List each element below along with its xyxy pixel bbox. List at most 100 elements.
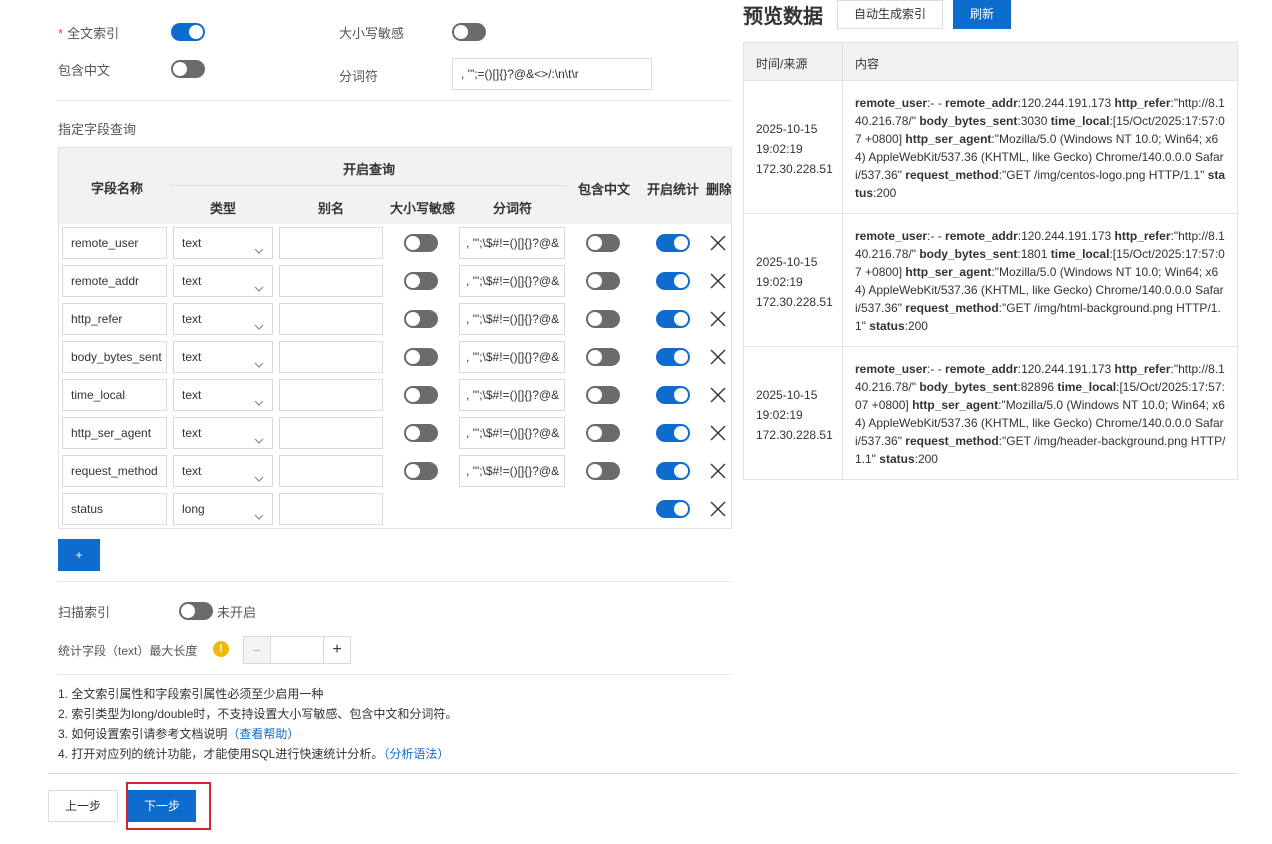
field-name-input[interactable]: status xyxy=(62,493,167,525)
field-case-toggle[interactable] xyxy=(404,348,438,366)
fulltext-toggle[interactable] xyxy=(171,23,205,41)
field-name-input[interactable]: remote_user xyxy=(62,227,167,259)
preview-field-value: :82896 xyxy=(1017,380,1058,394)
field-alias-input[interactable] xyxy=(279,303,383,335)
field-delimiter-input[interactable]: , '";\$#!=()[]{}?@& xyxy=(459,227,565,259)
note-4-text: 4. 打开对应列的统计功能，才能使用SQL进行快速统计分析。 xyxy=(58,747,384,761)
field-table: 字段名称 开启查询 类型 别名 大小写敏感 分词符 包含中文 开启统计 删除 r… xyxy=(58,147,732,529)
syntax-link[interactable]: （分析语法） xyxy=(383,747,449,761)
delete-icon[interactable] xyxy=(709,310,727,328)
refresh-button[interactable]: 刷新 xyxy=(953,0,1011,29)
field-alias-input[interactable] xyxy=(279,227,383,259)
prev-step-button[interactable]: 上一步 xyxy=(48,790,118,822)
stepper-plus-button[interactable]: + xyxy=(323,637,350,663)
scan-index-toggle[interactable] xyxy=(179,602,213,620)
field-type-select[interactable]: text xyxy=(173,265,273,297)
field-name-input[interactable]: http_refer xyxy=(62,303,167,335)
field-alias-input[interactable] xyxy=(279,493,383,525)
field-chinese-toggle[interactable] xyxy=(586,348,620,366)
field-case-toggle[interactable] xyxy=(404,386,438,404)
preview-field-key: status xyxy=(879,452,915,466)
delete-icon[interactable] xyxy=(709,234,727,252)
case-sensitive-toggle[interactable] xyxy=(452,23,486,41)
delete-icon[interactable] xyxy=(709,348,727,366)
col-alias-header: 别名 xyxy=(318,201,345,216)
field-case-toggle[interactable] xyxy=(404,272,438,290)
preview-field-key: remote_addr xyxy=(945,96,1018,110)
field-name-input[interactable]: time_local xyxy=(62,379,167,411)
delimiter-label: 分词符 xyxy=(339,69,379,84)
stepper-minus-button[interactable]: − xyxy=(244,637,271,663)
delimiter-input[interactable]: , '";=()[]{}?@&<>/:\n\t\r xyxy=(452,58,652,90)
field-alias-input[interactable] xyxy=(279,341,383,373)
field-name-input[interactable]: http_ser_agent xyxy=(62,417,167,449)
field-delimiter-input[interactable]: , '";\$#!=()[]{}?@& xyxy=(459,303,565,335)
field-row: remote_user text , '";\$#!=()[]{}?@& xyxy=(59,224,731,262)
field-alias-input[interactable] xyxy=(279,455,383,487)
field-name-input[interactable]: remote_addr xyxy=(62,265,167,297)
field-case-toggle[interactable] xyxy=(404,234,438,252)
field-chinese-toggle[interactable] xyxy=(586,386,620,404)
preview-field-key: body_bytes_sent xyxy=(919,114,1018,128)
field-type-select[interactable]: text xyxy=(173,379,273,411)
notes: 1. 全文索引属性和字段索引属性必须至少启用一种 2. 索引类型为long/do… xyxy=(58,684,457,764)
field-type-select[interactable]: text xyxy=(173,417,273,449)
field-case-toggle[interactable] xyxy=(404,310,438,328)
stats-length-stepper: − + xyxy=(243,636,351,664)
field-alias-input[interactable] xyxy=(279,379,383,411)
help-link[interactable]: （查看帮助） xyxy=(227,727,299,741)
stats-length-input[interactable] xyxy=(271,637,324,663)
field-type-select[interactable]: text xyxy=(173,341,273,373)
delete-icon[interactable] xyxy=(709,462,727,480)
field-type-select[interactable]: text xyxy=(173,227,273,259)
preview-field-key: status xyxy=(869,319,905,333)
field-delimiter-input[interactable]: , '";\$#!=()[]{}?@& xyxy=(459,379,565,411)
delete-icon[interactable] xyxy=(709,386,727,404)
auto-generate-index-button[interactable]: 自动生成索引 xyxy=(837,0,943,29)
header-divider xyxy=(171,185,567,186)
delete-icon[interactable] xyxy=(709,500,727,518)
chevron-down-icon xyxy=(254,313,264,330)
chinese-toggle[interactable] xyxy=(171,60,205,78)
add-field-button[interactable]: + xyxy=(58,539,100,571)
field-type-select[interactable]: text xyxy=(173,303,273,335)
field-alias-input[interactable] xyxy=(279,265,383,297)
field-type-select[interactable]: text xyxy=(173,455,273,487)
field-stats-toggle[interactable] xyxy=(656,424,690,442)
field-stats-toggle[interactable] xyxy=(656,348,690,366)
chevron-down-icon xyxy=(254,275,264,292)
delete-icon[interactable] xyxy=(709,272,727,290)
field-chinese-toggle[interactable] xyxy=(586,462,620,480)
field-chinese-toggle[interactable] xyxy=(586,272,620,290)
preview-table: 时间/来源 内容 2025-10-15 19:02:19 172.30.228.51… xyxy=(743,42,1238,480)
field-delimiter-input[interactable]: , '";\$#!=()[]{}?@& xyxy=(459,455,565,487)
preview-field-value: :120.244.191.173 xyxy=(1017,96,1115,110)
field-chinese-toggle[interactable] xyxy=(586,424,620,442)
next-step-button[interactable]: 下一步 xyxy=(128,790,196,822)
field-delimiter-input[interactable]: , '";\$#!=()[]{}?@& xyxy=(459,265,565,297)
field-stats-toggle[interactable] xyxy=(656,272,690,290)
field-case-toggle[interactable] xyxy=(404,462,438,480)
col-chinese-header: 包含中文 xyxy=(578,182,631,197)
field-delimiter-input[interactable]: , '";\$#!=()[]{}?@& xyxy=(459,341,565,373)
fulltext-label-text: 全文索引 xyxy=(67,26,120,41)
field-stats-toggle[interactable] xyxy=(656,500,690,518)
field-case-toggle[interactable] xyxy=(404,424,438,442)
chevron-down-icon xyxy=(254,351,264,368)
field-name-input[interactable]: request_method xyxy=(62,455,167,487)
field-name-input[interactable]: body_bytes_sent xyxy=(62,341,167,373)
field-stats-toggle[interactable] xyxy=(656,234,690,252)
field-chinese-toggle[interactable] xyxy=(586,234,620,252)
field-stats-toggle[interactable] xyxy=(656,462,690,480)
preview-field-key: http_ser_agent xyxy=(905,132,992,146)
preview-clock: 19:02:19 xyxy=(756,275,803,289)
delete-icon[interactable] xyxy=(709,424,727,442)
preview-date: 2025-10-15 xyxy=(756,122,818,136)
field-alias-input[interactable] xyxy=(279,417,383,449)
field-stats-toggle[interactable] xyxy=(656,386,690,404)
field-stats-toggle[interactable] xyxy=(656,310,690,328)
field-chinese-toggle[interactable] xyxy=(586,310,620,328)
field-type-select[interactable]: long xyxy=(173,493,273,525)
field-delimiter-input[interactable]: , '";\$#!=()[]{}?@& xyxy=(459,417,565,449)
field-row: body_bytes_sent text , '";\$#!=()[]{}?@& xyxy=(59,338,731,376)
